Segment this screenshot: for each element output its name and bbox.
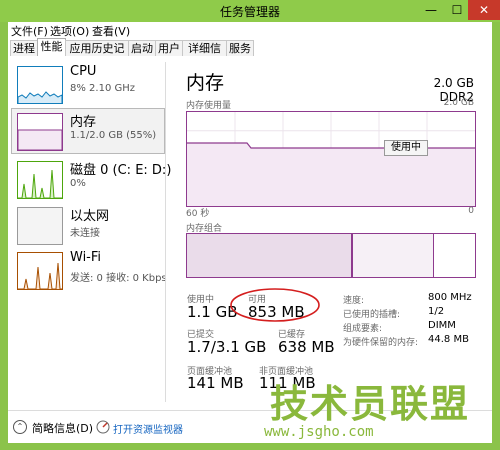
form-factor-label: 组成要素: — [343, 324, 383, 334]
sidebar-item-label: 以太网 — [70, 209, 110, 224]
usage-graph-max: 2.0 GB — [443, 98, 474, 108]
disk-thumbnail — [17, 161, 63, 199]
sidebar-item-ethernet[interactable]: 以太网 未连接 — [12, 203, 164, 247]
paged-pool-value: 141 MB — [187, 374, 244, 392]
menu-options[interactable]: 选项(O) — [50, 23, 89, 39]
sidebar-item-sub: 发送: 0 接收: 0 Kbps — [70, 273, 167, 284]
sidebar-item-memory[interactable]: 内存 1.1/2.0 GB (55%) — [11, 108, 165, 154]
usage-graph-label: 内存使用量 — [186, 101, 232, 111]
sidebar-item-label: CPU — [70, 64, 97, 79]
tab-users[interactable]: 用户 — [155, 40, 183, 56]
sidebar-item-label: 磁盘 0 (C: E: D:) — [70, 163, 172, 178]
page-title: 内存 — [186, 72, 225, 94]
minimize-button[interactable]: — — [418, 0, 444, 20]
menu-file[interactable]: 文件(F) — [11, 23, 48, 39]
sidebar-item-sub: 0% — [70, 178, 86, 189]
reserved-value: 44.8 MB — [428, 334, 469, 345]
sidebar-item-label: 内存 — [70, 115, 97, 130]
sidebar-item-cpu[interactable]: CPU 8% 2.10 GHz — [12, 62, 164, 106]
composition-separator — [433, 234, 434, 277]
sidebar-item-wifi[interactable]: Wi-Fi 发送: 0 接收: 0 Kbps — [12, 248, 167, 292]
less-details-link[interactable]: 简略信息(D) — [32, 420, 93, 436]
ethernet-thumbnail — [17, 207, 63, 245]
wifi-thumbnail — [17, 252, 63, 290]
sidebar-item-label: Wi-Fi — [70, 250, 102, 265]
sidebar-item-sub: 未连接 — [70, 228, 100, 239]
slots-label: 已使用的插槽: — [343, 310, 401, 320]
usage-tooltip: 使用中 — [384, 140, 428, 156]
slots-value: 1/2 — [428, 306, 445, 317]
composition-cached — [353, 234, 433, 277]
memory-sparkline — [17, 129, 63, 151]
sidebar-item-sub: 1.1/2.0 GB (55%) — [70, 130, 157, 141]
sidebar-item-disk[interactable]: 磁盘 0 (C: E: D:) 0% — [12, 157, 171, 201]
composition-in-use — [187, 234, 351, 277]
memory-thumbnail — [17, 113, 63, 151]
memory-usage-plot — [187, 112, 475, 206]
tab-performance[interactable]: 性能 — [37, 38, 66, 57]
speed-value: 800 MHz — [428, 292, 472, 303]
tab-processes[interactable]: 进程 — [10, 40, 38, 56]
sidebar-item-sub: 8% 2.10 GHz — [70, 83, 136, 94]
time-axis-left: 60 秒 — [186, 209, 210, 219]
committed-value: 1.7/3.1 GB — [187, 338, 267, 356]
time-axis-right: 0 — [468, 206, 474, 216]
open-resource-monitor-link[interactable]: 打开资源监视器 — [113, 421, 183, 436]
maximize-button[interactable]: ☐ — [444, 0, 470, 20]
reserved-label: 为硬件保留的内存: — [343, 338, 419, 348]
tab-details[interactable]: 详细信息 — [182, 40, 227, 70]
tab-startup[interactable]: 启动 — [128, 40, 156, 56]
cached-value: 638 MB — [278, 338, 335, 356]
close-button[interactable]: ✕ — [468, 0, 500, 20]
wifi-sparkline — [18, 262, 62, 290]
tab-app-history[interactable]: 应用历史记录 — [65, 40, 129, 70]
form-factor-value: DIMM — [428, 320, 456, 331]
watermark-logo: 技术员联盟 — [270, 382, 471, 426]
cpu-sparkline — [17, 91, 63, 103]
memory-composition-bar — [186, 233, 476, 278]
disk-sparkline — [18, 169, 62, 199]
watermark-url: www.jsgho.com — [264, 424, 374, 440]
resource-monitor-icon — [96, 419, 110, 434]
cpu-thumbnail — [17, 66, 63, 104]
tab-services[interactable]: 服务 — [226, 40, 254, 56]
highlight-ellipse — [230, 288, 320, 322]
menu-view[interactable]: 查看(V) — [92, 23, 130, 39]
sidebar-divider — [165, 62, 166, 402]
chevron-up-icon[interactable]: ⌃ — [13, 420, 27, 434]
memory-usage-graph — [186, 111, 476, 207]
speed-label: 速度: — [343, 296, 365, 306]
